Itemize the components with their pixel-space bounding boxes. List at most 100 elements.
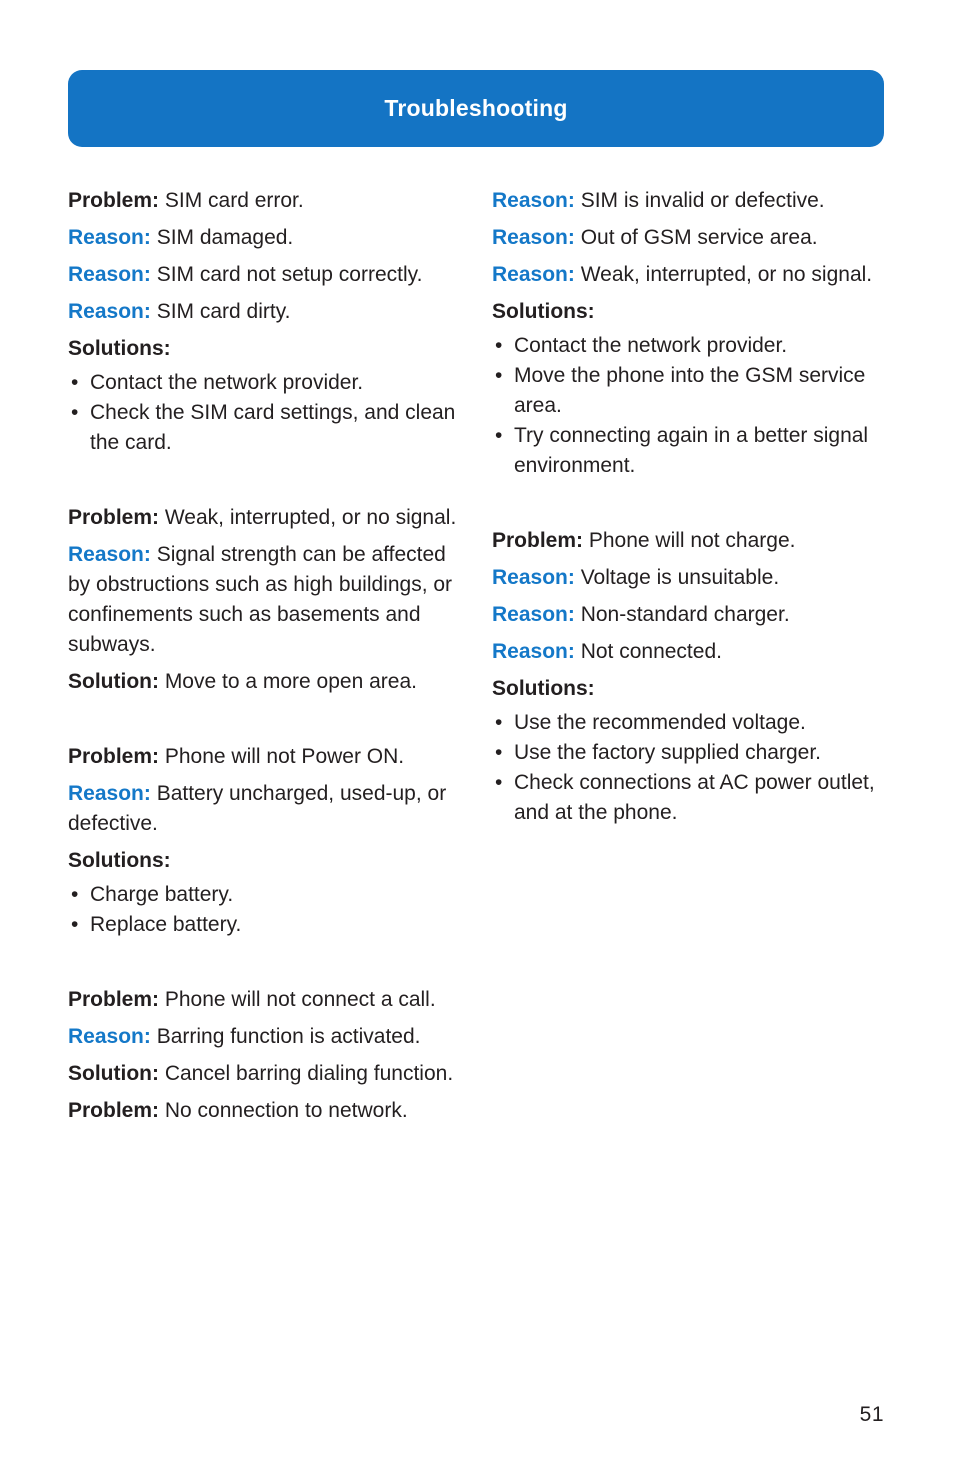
reason-label: Reason: <box>492 603 575 626</box>
list-item-text: Contact the network provider. <box>514 334 788 357</box>
list-item: • Check the SIM card settings, and clean … <box>68 398 460 458</box>
solutions-list: • Contact the network provider. • Check the… <box>68 368 460 458</box>
entry-text: SIM card error. <box>159 189 304 212</box>
entry-label: Solution: <box>68 670 159 693</box>
bullet-icon: • <box>495 771 503 794</box>
entry-label: Problem: <box>68 1099 160 1122</box>
entry-label: Solution: <box>68 1062 159 1085</box>
entry-text: Phone will not connect a call. <box>159 988 436 1011</box>
troubleshooting-entry: Problem: Weak, interrupted, or no signal… <box>68 503 460 533</box>
list-item-text: Move the phone into the GSM service area… <box>514 364 866 417</box>
troubleshooting-entry: Solution: Move to a more open area. <box>68 667 460 697</box>
list-item-text: Contact the network provider. <box>90 371 364 394</box>
list-item: • Try connecting again in a better signal… <box>492 421 884 481</box>
list-item: • Use the recommended voltage. <box>492 708 884 738</box>
bullet-icon: • <box>71 913 79 936</box>
troubleshooting-entry: Reason: Battery uncharged, used-up, or d… <box>68 779 460 839</box>
list-item: • Contact the network provider. <box>492 331 884 361</box>
reason-label: Reason: <box>68 782 151 805</box>
bullet-icon: • <box>495 424 503 447</box>
entry-label: Problem: <box>68 988 160 1011</box>
troubleshooting-entry: Problem: Phone will not Power ON. <box>68 742 460 772</box>
troubleshooting-block: Problem: SIM card error. Reason: SIM dama… <box>68 186 460 458</box>
section-banner: Troubleshooting <box>68 70 884 147</box>
list-item: • Move the phone into the GSM service are… <box>492 361 884 421</box>
bullet-icon: • <box>495 364 503 387</box>
list-item-text: Check connections at AC power outlet, an… <box>514 771 875 824</box>
list-item-text: Use the factory supplied charger. <box>514 741 822 764</box>
entry-text: Weak, interrupted, or no signal. <box>574 263 873 286</box>
entry-text: Not connected. <box>574 640 722 663</box>
entry-label: Problem: <box>68 506 160 529</box>
troubleshooting-entry: Solution: Cancel barring dialing functio… <box>68 1059 460 1089</box>
entry-text: Cancel barring dialing function. <box>158 1062 454 1085</box>
troubleshooting-entry: Reason: Voltage is unsuitable. <box>492 563 884 593</box>
reason-label: Reason: <box>68 300 151 323</box>
page-number: 51 <box>859 1403 884 1426</box>
troubleshooting-entry: Reason: SIM is invalid or defective. <box>492 186 884 216</box>
two-column-body: Problem: SIM card error. Reason: SIM dama… <box>68 186 884 1126</box>
list-item: • Check connections at AC power outlet, a… <box>492 768 884 828</box>
troubleshooting-entry: Reason: Non-standard charger. <box>492 600 884 630</box>
list-item-text: Check the SIM card settings, and clean t… <box>90 401 456 454</box>
troubleshooting-entry: Reason: Weak, interrupted, or no signal. <box>492 260 884 290</box>
solutions-heading: Solutions: <box>492 677 595 700</box>
list-item-text: Charge battery. <box>90 883 234 906</box>
list-item: • Replace battery. <box>68 910 460 940</box>
list-item: • Use the factory supplied charger. <box>492 738 884 768</box>
troubleshooting-block: Reason: SIM is invalid or defective. Reas… <box>492 186 884 481</box>
troubleshooting-block: Problem: Phone will not charge. Reason: V… <box>492 526 884 828</box>
bullet-icon: • <box>495 711 503 734</box>
reason-label: Reason: <box>68 1025 151 1048</box>
reason-label: Reason: <box>492 263 575 286</box>
troubleshooting-entry: Problem: Phone will not charge. <box>492 526 884 556</box>
entry-text: SIM card not setup correctly. <box>150 263 423 286</box>
right-column: Reason: SIM is invalid or defective. Reas… <box>492 186 884 1126</box>
entry-label: Problem: <box>492 529 584 552</box>
troubleshooting-entry: Problem: SIM card error. <box>68 186 460 216</box>
page-title: Troubleshooting <box>384 95 568 121</box>
troubleshooting-entry: Problem: Phone will not connect a call. <box>68 985 460 1015</box>
solutions-list: • Use the recommended voltage. • Use the fa… <box>492 708 884 828</box>
reason-label: Reason: <box>68 543 151 566</box>
solutions-list: • Charge battery. • Replace battery. <box>68 880 460 940</box>
reason-label: Reason: <box>492 566 575 589</box>
left-column: Problem: SIM card error. Reason: SIM dama… <box>68 186 460 1126</box>
entry-text: SIM is invalid or defective. <box>574 189 825 212</box>
troubleshooting-block: Problem: Phone will not connect a call. R… <box>68 985 460 1126</box>
entry-text: Weak, interrupted, or no signal. <box>159 506 457 529</box>
troubleshooting-entry: Reason: SIM damaged. <box>68 223 460 253</box>
entry-text: Voltage is unsuitable. <box>574 566 780 589</box>
reason-label: Reason: <box>492 226 575 249</box>
list-item: • Contact the network provider. <box>68 368 460 398</box>
entry-label: Problem: <box>68 189 160 212</box>
reason-label: Reason: <box>68 263 151 286</box>
troubleshooting-entry: Reason: Not connected. <box>492 637 884 667</box>
list-item-text: Replace battery. <box>90 913 242 936</box>
troubleshooting-entry: Reason: SIM card dirty. <box>68 297 460 327</box>
entry-text: SIM card dirty. <box>150 300 291 323</box>
list-item-text: Try connecting again in a better signal … <box>514 424 869 477</box>
reason-label: Reason: <box>492 189 575 212</box>
entry-text: Out of GSM service area. <box>574 226 818 249</box>
reason-label: Reason: <box>68 226 151 249</box>
solutions-heading: Solutions: <box>68 337 171 360</box>
entry-text: Phone will not Power ON. <box>159 745 405 768</box>
troubleshooting-entry: Reason: SIM card not setup correctly. <box>68 260 460 290</box>
troubleshooting-entry: Reason: Out of GSM service area. <box>492 223 884 253</box>
entry-text: SIM damaged. <box>150 226 294 249</box>
document-page: Troubleshooting Problem: SIM card error.… <box>0 0 954 1475</box>
entry-label: Problem: <box>68 745 160 768</box>
entry-text: Move to a more open area. <box>158 670 417 693</box>
troubleshooting-block: Problem: Weak, interrupted, or no signal… <box>68 503 460 697</box>
list-item: • Charge battery. <box>68 880 460 910</box>
troubleshooting-entry: Problem: No connection to network. <box>68 1096 460 1126</box>
bullet-icon: • <box>71 371 79 394</box>
bullet-icon: • <box>495 334 503 357</box>
solutions-heading: Solutions: <box>68 849 171 872</box>
reason-label: Reason: <box>492 640 575 663</box>
bullet-icon: • <box>71 883 79 906</box>
troubleshooting-entry: Reason: Signal strength can be affected … <box>68 540 460 660</box>
bullet-icon: • <box>495 741 503 764</box>
list-item-text: Use the recommended voltage. <box>514 711 806 734</box>
